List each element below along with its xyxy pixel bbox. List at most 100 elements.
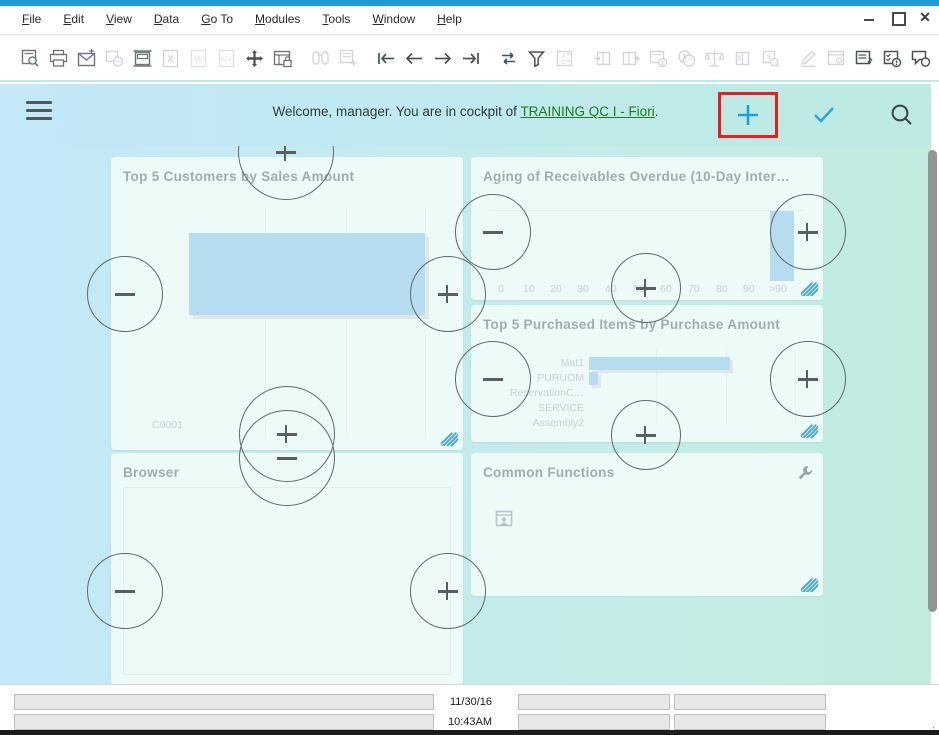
menu-item-view-rest: iew xyxy=(114,12,132,26)
minimize-button[interactable] xyxy=(861,9,877,25)
svg-text:$: $ xyxy=(660,60,664,67)
scrollbar-thumb[interactable] xyxy=(928,150,937,612)
fiori-header-bar xyxy=(0,84,931,146)
axis-tick: 90 xyxy=(743,283,755,295)
resize-handle-left-shrink-3[interactable] xyxy=(455,341,531,417)
browser-content-area[interactable] xyxy=(123,487,451,675)
category-label: SERVICE xyxy=(519,402,584,414)
print-icon[interactable] xyxy=(44,43,72,73)
previous-record-icon[interactable] xyxy=(400,43,428,73)
menu-item-goto[interactable]: Go To xyxy=(195,10,239,28)
export-pdf-icon: PDF xyxy=(212,43,240,73)
widget-resize-grip[interactable] xyxy=(441,429,458,446)
status-bar: 11/30/16 10:43AM SAP Business One xyxy=(0,684,939,735)
menu-item-view[interactable]: View xyxy=(100,10,138,28)
vertical-scrollbar[interactable] xyxy=(925,146,939,684)
axis-tick: 70 xyxy=(688,283,700,295)
menu-item-data[interactable]: Data xyxy=(148,10,185,28)
widget-resize-grip[interactable] xyxy=(801,575,818,592)
resize-handle-left-shrink[interactable] xyxy=(87,256,163,332)
resize-handle-right-expand[interactable] xyxy=(410,256,486,332)
toolbar-divider xyxy=(0,80,939,82)
resize-handle-right-expand-2[interactable] xyxy=(770,194,846,270)
svg-text:X: X xyxy=(167,54,174,65)
axis-tick: 10 xyxy=(523,283,535,295)
close-button[interactable]: ✕ xyxy=(917,9,933,25)
widget-resize-grip[interactable] xyxy=(801,421,818,438)
email-icon[interactable] xyxy=(72,43,100,73)
sap-business-one-window: ✕ File Edit View Data Go To Modules Tool… xyxy=(0,0,939,735)
bar-value[interactable] xyxy=(589,357,730,370)
open-form-settings-icon xyxy=(588,43,616,73)
resize-handle-browser-right-expand[interactable] xyxy=(410,553,486,629)
form-settings-icon xyxy=(822,43,850,73)
wrench-icon[interactable] xyxy=(797,465,813,481)
refresh-icon[interactable] xyxy=(494,43,522,73)
category-label: C0001 xyxy=(152,419,183,431)
category-label: Mat1 xyxy=(541,357,584,369)
hamburger-icon[interactable] xyxy=(26,101,52,123)
window-controls: ✕ xyxy=(861,9,933,25)
status-field-secondary[interactable] xyxy=(14,714,434,730)
menu-item-modules[interactable]: Modules xyxy=(249,10,306,28)
close-form-icon xyxy=(616,43,644,73)
menu-item-data-rest: ata xyxy=(163,12,180,26)
menu-item-window[interactable]: Window xyxy=(366,10,421,28)
menu-item-help-rest: elp xyxy=(446,12,462,26)
axis-tick: 30 xyxy=(577,283,589,295)
find-record-icon xyxy=(306,43,334,73)
status-time: 10:43AM xyxy=(448,716,492,728)
status-field-4[interactable] xyxy=(518,714,670,730)
launch-application-icon[interactable] xyxy=(240,43,268,73)
axis-tick: >90 xyxy=(769,283,787,295)
svg-text:$: $ xyxy=(737,55,741,62)
status-field-6[interactable] xyxy=(674,714,826,730)
svg-text:PDF: PDF xyxy=(220,57,232,63)
next-record-icon[interactable] xyxy=(428,43,456,73)
business-partner-master-data-icon[interactable] xyxy=(495,509,515,529)
cockpit-name-link[interactable]: TRAINING QC I - Fiori xyxy=(520,104,654,119)
resize-handle-right-expand-3[interactable] xyxy=(770,341,846,417)
print-preview-icon[interactable] xyxy=(128,43,156,73)
search-icon[interactable] xyxy=(884,100,920,130)
resize-handle-browser-left-shrink[interactable] xyxy=(87,553,163,629)
last-record-icon[interactable] xyxy=(456,43,484,73)
add-widget-button[interactable] xyxy=(718,92,778,138)
first-record-icon[interactable] xyxy=(372,43,400,73)
maximize-button[interactable] xyxy=(889,9,905,25)
filter-icon[interactable] xyxy=(522,43,550,73)
bar-value[interactable] xyxy=(589,372,598,385)
menu-item-file[interactable]: File xyxy=(16,10,47,28)
find-icon[interactable] xyxy=(16,43,44,73)
menu-item-tools[interactable]: Tools xyxy=(316,10,356,28)
chart-topline xyxy=(489,210,805,211)
lock-screen-icon[interactable] xyxy=(268,43,296,73)
hamburger-line-3 xyxy=(26,117,52,120)
main-toolbar: X W PDF xyxy=(0,36,939,80)
transaction-journal-icon: $ xyxy=(756,43,784,73)
menu-item-help[interactable]: Help xyxy=(431,10,468,28)
status-date: 11/30/16 xyxy=(450,696,492,708)
widget-common-functions[interactable]: Common Functions xyxy=(471,453,823,596)
status-field-message[interactable] xyxy=(14,694,434,710)
resize-handle-center-expand-2[interactable] xyxy=(611,400,681,470)
menu-bar: File Edit View Data Go To Modules Tools … xyxy=(0,8,468,30)
export-word-icon: W xyxy=(184,43,212,73)
activity-icon[interactable] xyxy=(906,43,934,73)
bar-value[interactable] xyxy=(189,233,425,315)
resize-handle-browser-top-shrink[interactable] xyxy=(239,410,335,506)
menu-item-window-rest: indow xyxy=(384,12,415,26)
gross-profit-icon xyxy=(700,43,728,73)
menu-item-file-rest: ile xyxy=(29,12,41,26)
confirm-layout-button[interactable] xyxy=(806,100,842,130)
status-field-3[interactable] xyxy=(518,694,670,710)
resize-handle-center-expand[interactable] xyxy=(611,253,681,323)
resize-handle-left-shrink-2[interactable] xyxy=(455,194,531,270)
taskbar-edge xyxy=(0,730,939,735)
widget-resize-grip[interactable] xyxy=(801,279,818,296)
payment-means-icon: $ xyxy=(672,43,700,73)
status-field-5[interactable] xyxy=(674,694,826,710)
user-defined-fields-icon[interactable] xyxy=(850,43,878,73)
menu-item-edit[interactable]: Edit xyxy=(57,10,90,28)
messages-alerts-icon[interactable] xyxy=(878,43,906,73)
